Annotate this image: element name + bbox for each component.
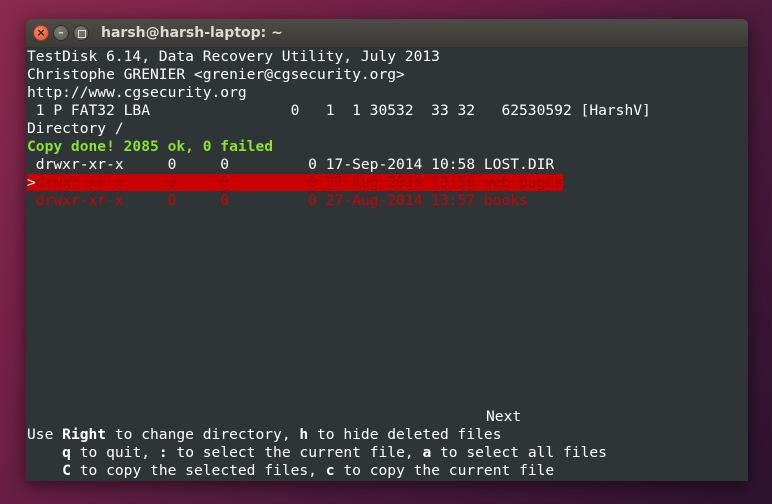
file-row-lost-dir[interactable]: drwxr-xr-x 0 0 0 17-Sep-2014 10:58 LOST.… <box>27 156 554 174</box>
row-marker <box>27 192 36 209</box>
partition-line: 1 P FAT32 LBA 0 1 1 30532 33 32 62530592… <box>27 102 651 119</box>
maximize-icon[interactable] <box>73 25 89 41</box>
help-text: to select all files <box>431 444 607 461</box>
file-entry-text: drwxr-xr-x 0 0 0 17-Sep-2014 10:58 LOST.… <box>35 156 555 173</box>
terminal-window: × – harsh@harsh-laptop: ~ TestDisk 6.14,… <box>26 19 748 481</box>
row-marker <box>27 156 36 173</box>
help-indent <box>27 444 62 461</box>
key-q: q <box>62 444 71 461</box>
help-line-selection: q to quit, : to select the current file,… <box>27 444 607 462</box>
copy-status: Copy done! 2085 ok, 0 failed <box>27 138 274 155</box>
file-entry-text: drwxr-xr-x 0 0 0 27-Aug-2014 13:56 web p… <box>35 174 563 191</box>
key-h: h <box>299 426 309 443</box>
help-text: to change directory, <box>106 426 300 443</box>
help-text: to copy the current file <box>334 462 555 479</box>
app-header-line: TestDisk 6.14, Data Recovery Utility, Ju… <box>27 48 440 65</box>
help-text: to copy the selected files, <box>70 462 326 479</box>
help-text: to quit, <box>70 444 159 461</box>
key-right: Right <box>62 426 107 443</box>
help-text: Use <box>27 426 63 443</box>
key-colon: : <box>158 444 168 461</box>
key-a: a <box>422 444 432 461</box>
row-cursor-marker: > <box>27 174 36 191</box>
help-indent <box>27 462 62 479</box>
close-icon[interactable]: × <box>33 25 49 41</box>
file-row-books[interactable]: drwxr-xr-x 0 0 0 27-Aug-2014 13:57 books <box>27 192 528 210</box>
key-shift-c: C <box>62 462 71 479</box>
title-bar[interactable]: × – harsh@harsh-laptop: ~ <box>26 19 748 48</box>
next-page-indicator[interactable]: Next <box>486 408 521 426</box>
key-c: c <box>325 462 335 479</box>
help-text: to select the current file, <box>167 444 423 461</box>
window-title: harsh@harsh-laptop: ~ <box>101 25 283 41</box>
author-line: Christophe GRENIER <grenier@cgsecurity.o… <box>27 66 405 83</box>
website-line: http://www.cgsecurity.org <box>27 84 247 101</box>
minimize-icon[interactable]: – <box>53 25 69 41</box>
file-entry-text: drwxr-xr-x 0 0 0 27-Aug-2014 13:57 books <box>35 192 528 209</box>
file-row-web-pages[interactable]: >drwxr-xr-x 0 0 0 27-Aug-2014 13:56 web … <box>27 174 563 192</box>
help-line-navigation: Use Right to change directory, h to hide… <box>27 426 501 444</box>
help-text: to hide deleted files <box>308 426 502 443</box>
terminal-content[interactable]: TestDisk 6.14, Data Recovery Utility, Ju… <box>26 47 748 481</box>
help-line-copy: C to copy the selected files, c to copy … <box>27 462 554 480</box>
current-directory: Directory / <box>27 120 124 137</box>
